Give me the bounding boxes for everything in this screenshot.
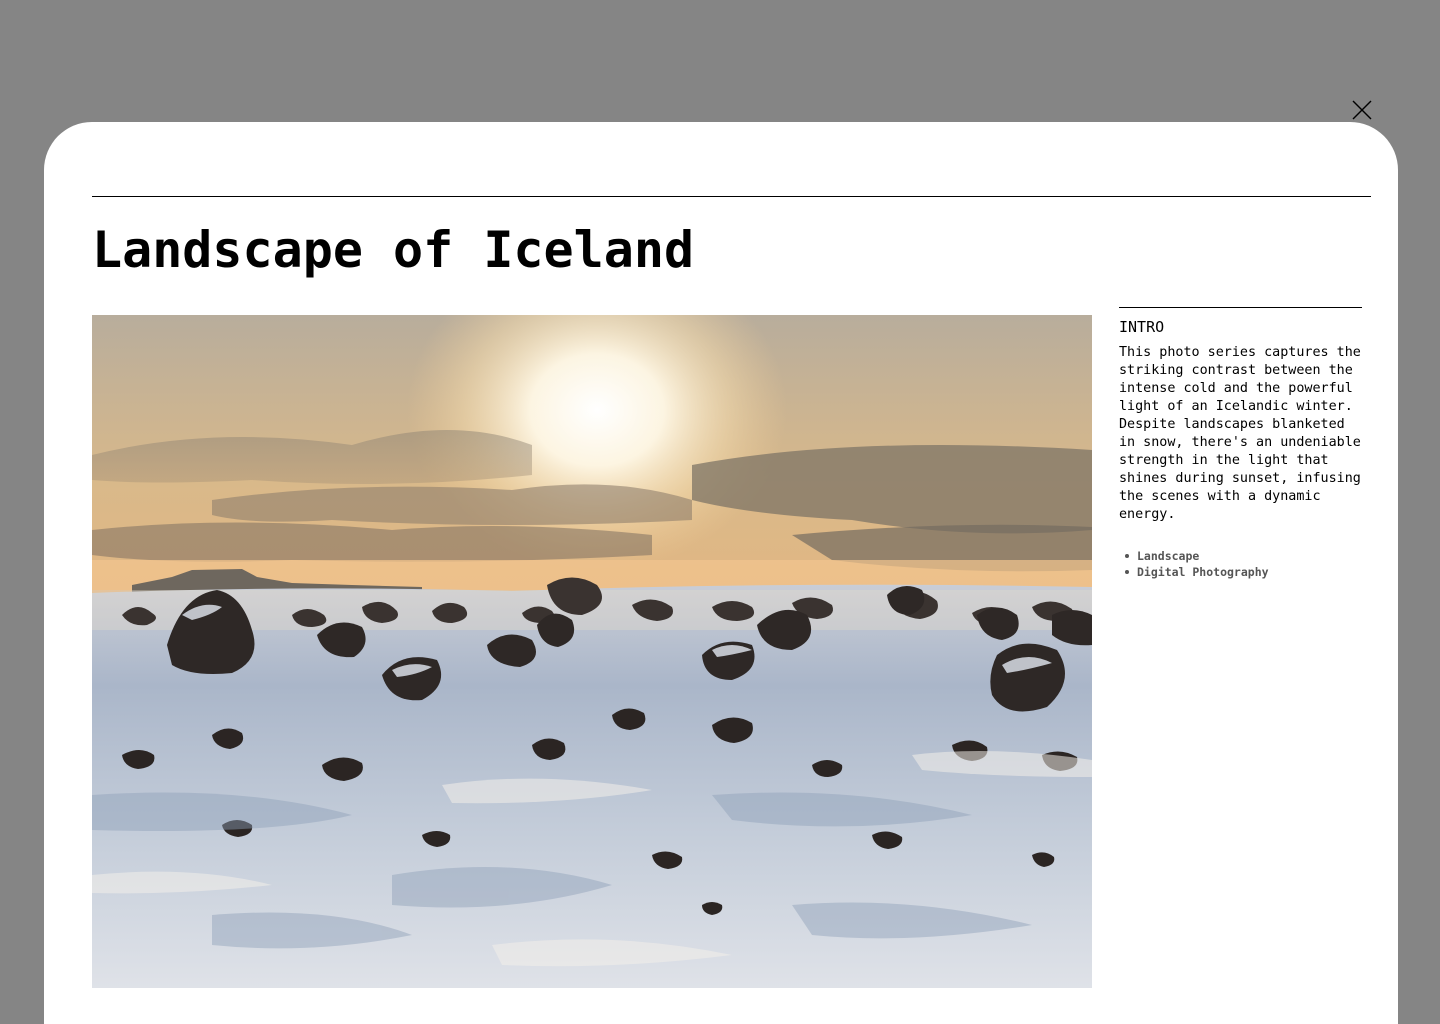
- title-divider: [92, 196, 1371, 197]
- hero-photo: [92, 315, 1092, 988]
- tag-item[interactable]: Landscape: [1119, 548, 1362, 564]
- intro-sidebar: INTRO This photo series captures the str…: [1119, 307, 1362, 580]
- close-icon: [1352, 100, 1372, 120]
- close-button[interactable]: [1348, 96, 1376, 124]
- article-modal: Landscape of Iceland INTRO This photo se…: [44, 122, 1398, 1024]
- sidebar-divider: [1119, 307, 1362, 308]
- tag-label: Landscape: [1137, 549, 1200, 563]
- landscape-photo-illustration: [92, 315, 1092, 988]
- tag-list: Landscape Digital Photography: [1119, 548, 1362, 580]
- page-title: Landscape of Iceland: [92, 221, 695, 279]
- bullet-icon: [1125, 570, 1129, 574]
- modal-overlay[interactable]: Landscape of Iceland INTRO This photo se…: [0, 0, 1440, 1024]
- tag-label: Digital Photography: [1137, 565, 1269, 579]
- tag-item[interactable]: Digital Photography: [1119, 564, 1362, 580]
- intro-heading: INTRO: [1119, 318, 1165, 336]
- bullet-icon: [1125, 554, 1129, 558]
- intro-text: This photo series captures the striking …: [1119, 345, 1361, 522]
